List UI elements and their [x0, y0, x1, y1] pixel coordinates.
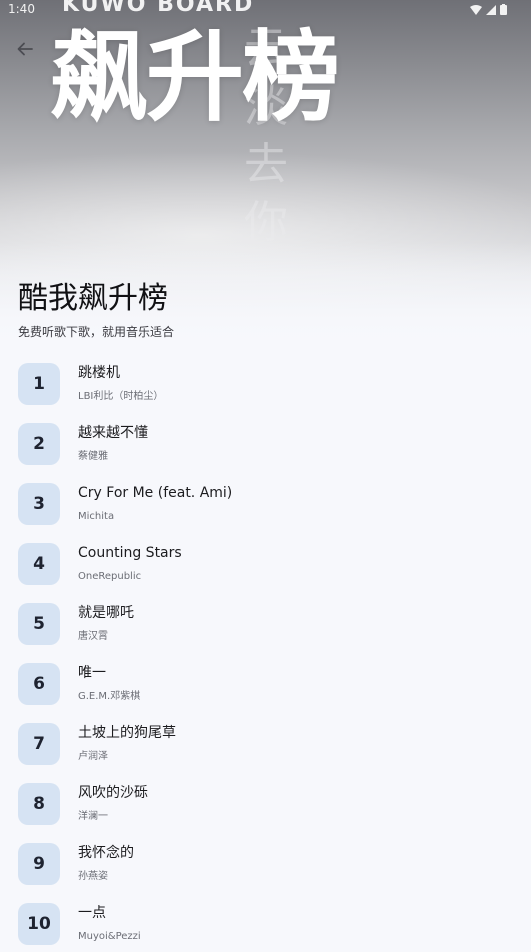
- status-time: 1:40: [8, 2, 35, 16]
- rank-badge: 4: [18, 543, 60, 585]
- song-title: 我怀念的: [78, 845, 134, 861]
- rank-badge: 8: [18, 783, 60, 825]
- rank-badge: 7: [18, 723, 60, 765]
- cover-ghost-char: 去: [244, 139, 288, 190]
- song-artist: Muyoi&Pezzi: [78, 931, 141, 942]
- song-title: 跳楼机: [78, 365, 120, 381]
- song-artist: LBI利比（时柏尘）: [78, 391, 164, 402]
- song-artist: 卢润泽: [78, 751, 108, 762]
- rank-badge: 3: [18, 483, 60, 525]
- song-artist: 唐汉霄: [78, 631, 108, 642]
- song-row[interactable]: 3 Cry For Me (feat. Ami) Michita: [0, 472, 531, 532]
- song-artist: 洋澜一: [78, 811, 108, 822]
- signal-icon: [486, 4, 496, 15]
- status-icons: [470, 4, 507, 15]
- rank-badge: 9: [18, 843, 60, 885]
- song-title: 风吹的沙砾: [78, 785, 148, 801]
- song-list: 1 跳楼机 LBI利比（时柏尘） 2 越来越不懂 蔡健雅 3 Cry For M…: [0, 352, 531, 952]
- rank-badge: 1: [18, 363, 60, 405]
- song-artist: Michita: [78, 511, 115, 522]
- song-row[interactable]: 1 跳楼机 LBI利比（时柏尘）: [0, 352, 531, 412]
- song-artist: G.E.M.邓紫棋: [78, 691, 141, 702]
- status-bar: 1:40: [0, 0, 531, 22]
- arrow-left-icon: [17, 42, 33, 56]
- song-row[interactable]: 10 一点 Muyoi&Pezzi: [0, 892, 531, 952]
- song-artist: OneRepublic: [78, 571, 142, 582]
- song-artist: 孙燕姿: [78, 871, 108, 882]
- song-row[interactable]: 4 Counting Stars OneRepublic: [0, 532, 531, 592]
- song-row[interactable]: 2 越来越不懂 蔡健雅: [0, 412, 531, 472]
- song-row[interactable]: 5 就是哪吒 唐汉霄: [0, 592, 531, 652]
- battery-icon: [500, 4, 507, 15]
- rank-badge: 6: [18, 663, 60, 705]
- rank-badge: 5: [18, 603, 60, 645]
- song-row[interactable]: 6 唯一 G.E.M.邓紫棋: [0, 652, 531, 712]
- rank-badge: 2: [18, 423, 60, 465]
- back-button[interactable]: [10, 34, 40, 64]
- song-title: Counting Stars: [78, 545, 182, 561]
- page-subtitle: 免费听歌下歌，就用音乐适合: [18, 325, 175, 339]
- page-title: 酷我飙升榜: [18, 281, 168, 316]
- wifi-icon: [470, 4, 482, 15]
- song-title: Cry For Me (feat. Ami): [78, 485, 233, 501]
- song-title: 土坡上的狗尾草: [78, 725, 176, 741]
- song-title: 越来越不懂: [78, 425, 148, 441]
- song-title: 唯一: [78, 665, 106, 681]
- song-row[interactable]: 8 风吹的沙砾 洋澜一: [0, 772, 531, 832]
- cover-logo-text: 飙升榜: [50, 21, 340, 135]
- song-title: 就是哪吒: [78, 605, 134, 621]
- rank-badge: 10: [18, 903, 60, 945]
- song-row[interactable]: 7 土坡上的狗尾草 卢润泽: [0, 712, 531, 772]
- song-row[interactable]: 9 我怀念的 孙燕姿: [0, 832, 531, 892]
- song-artist: 蔡健雅: [78, 451, 108, 462]
- song-title: 一点: [78, 905, 106, 921]
